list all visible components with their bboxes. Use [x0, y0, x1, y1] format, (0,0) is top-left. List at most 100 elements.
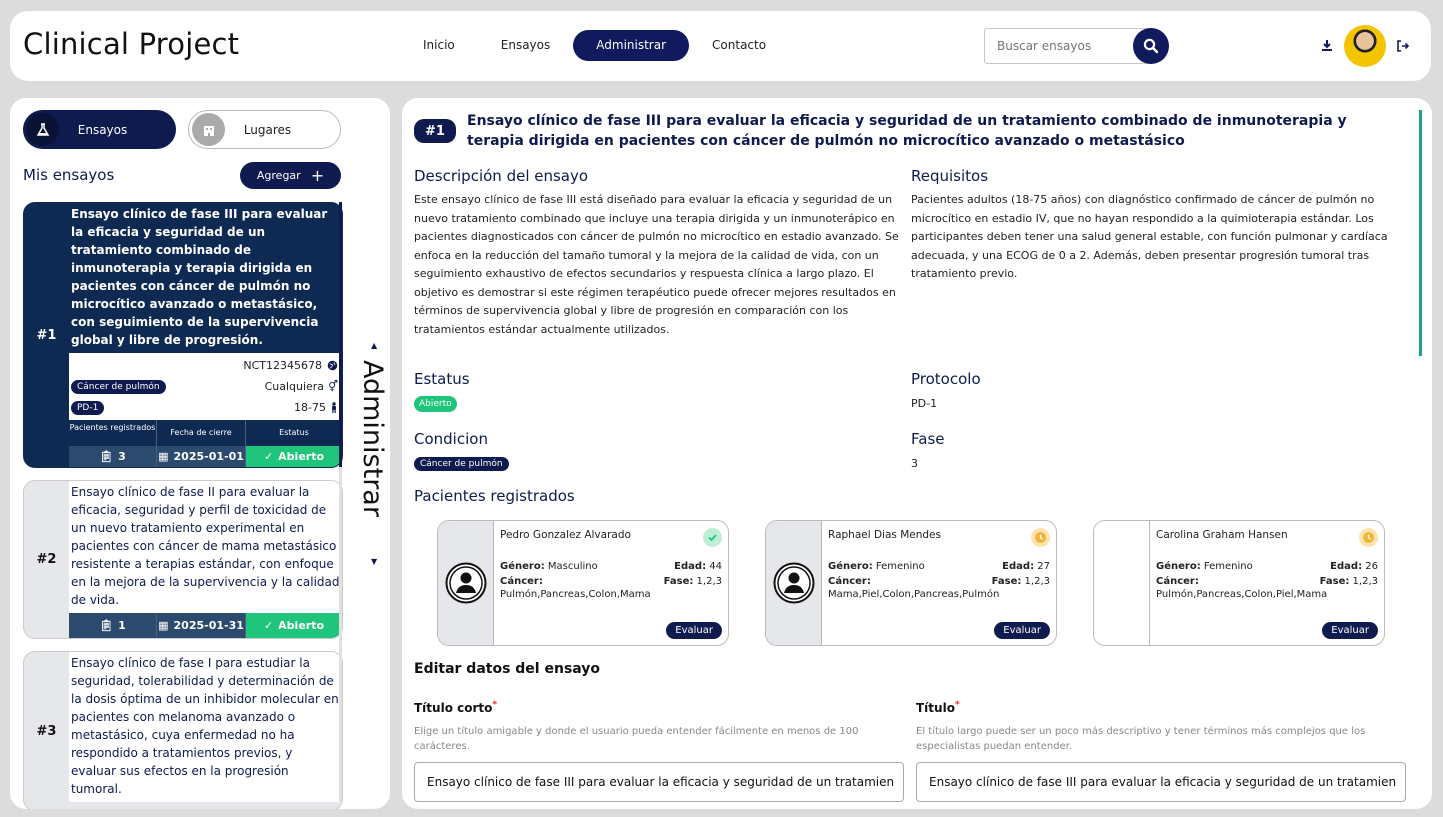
phase-value: 3 [911, 457, 918, 470]
patient-cancers: Pulmón,Pancreas,Colon,Mama [500, 589, 651, 600]
sidebar-scrollbar-thumb[interactable] [339, 202, 342, 467]
condition-badge: Cáncer de pulmón [414, 457, 509, 471]
nav-contacto[interactable]: Contacto [689, 30, 789, 61]
requirements-heading: Requisitos [911, 167, 989, 185]
calendar-icon: ▦ [158, 450, 169, 463]
phase-label: Fase: [1319, 576, 1350, 587]
trial-title: Ensayo clínico de fase III para evaluar … [71, 207, 328, 347]
tab-lugares-label: Lugares [243, 122, 292, 137]
patients-heading: Pacientes registrados [414, 487, 575, 505]
nav-ensayos[interactable]: Ensayos [478, 30, 574, 61]
title-label: Título* [916, 700, 960, 715]
tab-lugares[interactable]: Lugares [188, 110, 341, 149]
pending-clock-icon [1359, 528, 1378, 547]
protocol-badge: PD-1 [71, 400, 105, 415]
my-trials-heading: Mis ensayos [23, 166, 115, 184]
plus-icon: + [310, 165, 325, 185]
search-button[interactable] [1133, 28, 1169, 64]
evaluate-button[interactable]: Evaluar [994, 622, 1050, 639]
trials-list: #1 Ensayo clínico de fase III para evalu… [23, 202, 343, 809]
cancer-label: Cáncer: [828, 576, 871, 587]
main-nav: Inicio Ensayos Administrar Contacto [400, 30, 789, 61]
flask-icon [26, 113, 59, 146]
evaluate-button[interactable]: Evaluar [666, 622, 722, 639]
add-trial-label: Agregar [256, 169, 301, 182]
collapse-down-icon[interactable]: ▼ [371, 557, 377, 566]
patient-name: Pedro Gonzalez Alvarado [500, 529, 631, 541]
phase-heading: Fase [911, 430, 945, 448]
patient-card[interactable]: Raphael Dias Mendes Género: Femenino Edad… [765, 520, 1057, 646]
download-icon[interactable] [1320, 39, 1334, 53]
search-input[interactable] [984, 28, 1154, 64]
calendar-icon: ▦ [158, 619, 169, 632]
building-icon [192, 113, 225, 146]
edit-trial-heading: Editar datos del ensayo [414, 661, 601, 677]
trial-card-1[interactable]: #1 Ensayo clínico de fase III para evalu… [23, 202, 343, 468]
stat-header-status: Estatus [279, 428, 309, 437]
patient-cancers: Pulmón,Pancreas,Colon,Piel,Mama [1156, 589, 1328, 600]
trial-stats: 📋︎ 3 ▦ 2025-01-01 ✓ Abierto [69, 446, 342, 467]
trial-card-2[interactable]: #2 Ensayo clínico de fase II para evalua… [23, 480, 343, 639]
clipboard-icon: 📋︎ [99, 619, 114, 632]
stat-header-patients: Pacientes registrados [69, 420, 157, 446]
patient-gender: Femenino [875, 561, 925, 572]
stat-status: Abierto [278, 450, 325, 463]
patient-name: Carolina Graham Hansen [1156, 529, 1288, 541]
required-marker: * [492, 700, 498, 710]
short-title-label: Título corto* [414, 700, 498, 715]
pending-clock-icon [1031, 528, 1050, 547]
patient-gender: Masculino [547, 561, 598, 572]
approved-check-icon [703, 528, 722, 547]
check-icon: ✓ [263, 619, 274, 632]
title-input[interactable]: Ensayo clínico de fase III para evaluar … [916, 762, 1406, 802]
condition-heading: Condicion [414, 430, 488, 448]
trial-title: Ensayo clínico de fase I para estudiar l… [69, 652, 342, 802]
trials-sidebar: Ensayos Lugares Mis ensayos Agregar + #1… [10, 98, 390, 809]
short-title-input[interactable]: Ensayo clínico de fase III para evaluar … [414, 762, 904, 802]
globe-icon [327, 360, 338, 371]
gender-label: Género: [500, 561, 545, 572]
description-text: Este ensayo clínico de fase III está dis… [414, 193, 899, 336]
stat-header-close-date: Fecha de cierre [157, 420, 246, 446]
logout-icon[interactable] [1396, 39, 1410, 53]
tab-ensayos[interactable]: Ensayos [23, 110, 176, 149]
add-trial-button[interactable]: Agregar + [240, 162, 341, 189]
stats-header: Pacientes registrados Fecha de cierre Es… [69, 420, 342, 446]
patient-card[interactable]: Pedro Gonzalez Alvarado Género: Masculin… [437, 520, 729, 646]
trial-detail-panel: #1 Ensayo clínico de fase III para evalu… [402, 98, 1432, 809]
trial-number: #1 [36, 327, 57, 343]
nav-administrar[interactable]: Administrar [573, 30, 690, 61]
patient-age: 26 [1365, 561, 1378, 572]
condition-badge: Cáncer de pulmón [71, 379, 166, 394]
phase-label: Fase: [663, 576, 694, 587]
user-avatar[interactable] [1344, 25, 1386, 67]
header-actions [1320, 25, 1410, 67]
user-icon [773, 562, 814, 604]
stat-close-date: 2025-01-31 [173, 619, 244, 632]
stat-patients: 1 [118, 619, 126, 632]
stat-close-date: 2025-01-01 [173, 450, 244, 463]
collapse-up-icon[interactable]: ▲ [371, 341, 377, 350]
brand-title[interactable]: Clinical Project [23, 27, 239, 61]
required-marker: * [954, 700, 960, 710]
description-heading: Descripción del ensayo [414, 167, 589, 185]
nav-inicio[interactable]: Inicio [400, 30, 478, 61]
trial-number-badge: #1 [414, 119, 456, 143]
patient-cancers: Mama,Piel,Colon,Pancreas,Pulmón [828, 589, 1000, 600]
trial-gender: Cualquiera [264, 380, 325, 393]
patient-phase: 1,2,3 [696, 576, 722, 587]
trial-number: #2 [36, 552, 57, 567]
gender-icon: ⚥ [328, 380, 338, 393]
phase-label: Fase: [991, 576, 1022, 587]
short-title-help: Elige un título amigable y donde el usua… [414, 726, 859, 752]
requirements-text: Pacientes adultos (18-75 años) con diagn… [911, 193, 1388, 280]
gender-label: Género: [1156, 561, 1201, 572]
patient-gender: Femenino [1203, 561, 1253, 572]
patient-card[interactable]: Carolina Graham Hansen Género: Femenino E… [1093, 520, 1385, 646]
status-badge: Abierto [414, 396, 457, 412]
trial-card-3[interactable]: #3 Ensayo clínico de fase I para estudia… [23, 651, 343, 809]
main-scrollbar-thumb[interactable] [1419, 110, 1422, 356]
patient-phase: 1,2,3 [1352, 576, 1378, 587]
evaluate-button[interactable]: Evaluar [1322, 622, 1378, 639]
tab-ensayos-label: Ensayos [77, 122, 128, 137]
